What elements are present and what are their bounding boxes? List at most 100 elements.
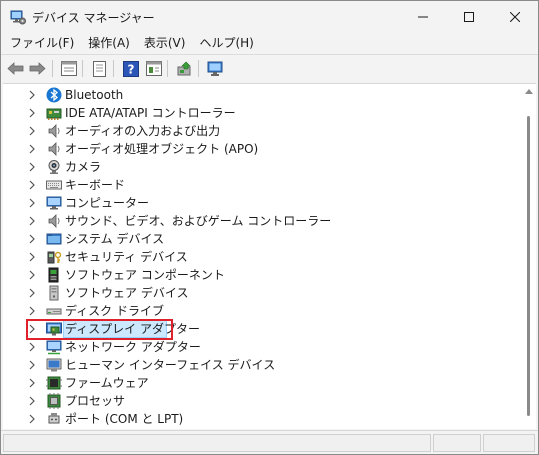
help-button[interactable]: ? (121, 59, 140, 78)
scrollbar-thumb[interactable] (527, 116, 530, 416)
minimize-icon (418, 16, 428, 17)
chevron-right-icon[interactable] (27, 216, 37, 226)
tree-item-label: ソフトウェア コンポーネント (65, 268, 225, 282)
back-button[interactable] (6, 59, 25, 78)
highlight-box (26, 319, 173, 340)
window-title: デバイス マネージャー (32, 11, 155, 25)
chevron-right-icon[interactable] (27, 342, 37, 352)
tree-item-3[interactable]: オーディオ処理オブジェクト (APO) (3, 140, 503, 158)
close-icon (510, 11, 520, 22)
properties-button[interactable] (59, 59, 78, 78)
tree-item-16[interactable]: ファームウェア (3, 374, 503, 392)
toolbar-separator (167, 60, 168, 77)
chevron-right-icon[interactable] (27, 198, 37, 208)
chevron-right-icon[interactable] (27, 288, 37, 298)
menu-file[interactable]: ファイル(F) (5, 33, 79, 53)
show-hidden-button[interactable] (90, 59, 109, 78)
chevron-right-icon[interactable] (27, 90, 37, 100)
software-component-icon (48, 267, 59, 283)
tree-item-label: システム デバイス (65, 232, 165, 246)
toolbar-separator (198, 60, 199, 77)
tree-item-label: カメラ (65, 160, 102, 174)
chevron-right-icon[interactable] (27, 234, 37, 244)
network-adapter-icon (46, 340, 62, 355)
properties-icon (60, 61, 77, 76)
tree-item-17[interactable]: プロセッサ (3, 392, 503, 410)
tree-item-11[interactable]: ソフトウェア デバイス (3, 284, 503, 302)
tree-item-label: ヒューマン インターフェイス デバイス (65, 358, 276, 372)
tree-item-label: オーディオ処理オブジェクト (APO) (65, 142, 259, 156)
chevron-right-icon[interactable] (27, 306, 37, 316)
tree-item-1[interactable]: IDE ATA/ATAPI コントローラー (3, 104, 503, 122)
system-folder-icon (46, 233, 62, 245)
computer-icon (46, 196, 62, 210)
tree-item-14[interactable]: ネットワーク アダプター (3, 338, 503, 356)
tree-item-5[interactable]: キーボード (3, 176, 503, 194)
tree-item-2[interactable]: オーディオの入力および出力 (3, 122, 503, 140)
tree-item-label: オーディオの入力および出力 (65, 124, 221, 138)
title-bar: デバイス マネージャー (1, 1, 538, 32)
tree-item-12[interactable]: ディスク ドライブ (3, 302, 503, 320)
maximize-button[interactable] (446, 1, 492, 32)
menu-help[interactable]: ヘルプ(H) (194, 33, 258, 53)
toolbar-separator (82, 60, 83, 77)
tree-item-4[interactable]: カメラ (3, 158, 503, 176)
device-manager-window: デバイス マネージャー ファイル(F) 操作(A) 表示(V) ヘルプ(H) ?… (0, 0, 539, 455)
chevron-right-icon[interactable] (27, 126, 37, 136)
view-icon (145, 61, 162, 76)
tree-item-6[interactable]: コンピューター (3, 194, 503, 212)
tree-item-15[interactable]: ヒューマン インターフェイス デバイス (3, 356, 503, 374)
chevron-right-icon[interactable] (27, 108, 37, 118)
chevron-right-icon[interactable] (27, 360, 37, 370)
minimize-button[interactable] (400, 1, 446, 32)
tree-item-label: IDE ATA/ATAPI コントローラー (65, 106, 236, 120)
chevron-right-icon[interactable] (27, 252, 37, 262)
disk-drive-icon (46, 308, 62, 315)
vertical-scrollbar[interactable] (522, 84, 536, 430)
view-button[interactable] (144, 59, 163, 78)
tree-item-label: ファームウェア (65, 376, 149, 390)
tree-item-0[interactable]: Bluetooth (3, 86, 503, 104)
tree-item-label: ネットワーク アダプター (65, 340, 201, 354)
forward-button[interactable] (28, 59, 47, 78)
back-arrow-icon (7, 62, 24, 75)
forward-arrow-icon (29, 62, 46, 75)
chevron-right-icon[interactable] (27, 414, 37, 424)
chevron-right-icon[interactable] (27, 162, 37, 172)
device-manager-icon (10, 10, 26, 25)
close-button[interactable] (492, 1, 538, 32)
scan-hardware-button[interactable] (206, 59, 225, 78)
help-icon: ? (122, 60, 139, 77)
chevron-right-icon[interactable] (27, 396, 37, 406)
firmware-icon (46, 376, 62, 390)
chevron-right-icon[interactable] (27, 270, 37, 280)
speaker-icon (48, 142, 60, 156)
tree-item-18[interactable]: ポート (COM と LPT) (3, 410, 503, 428)
port-icon (48, 413, 60, 424)
menu-action[interactable]: 操作(A) (83, 33, 135, 53)
chevron-right-icon[interactable] (27, 144, 37, 154)
chevron-right-icon[interactable] (27, 180, 37, 190)
status-bar (1, 430, 538, 454)
tree-item-9[interactable]: セキュリティ デバイス (3, 248, 503, 266)
update-driver-button[interactable] (175, 59, 194, 78)
bluetooth-icon (46, 87, 62, 103)
scan-hardware-icon (207, 61, 222, 76)
tree-item-label: キーボード (65, 178, 126, 192)
device-tree[interactable]: Bluetooth IDE ATA/ATAPI コントローラー オーディオの入力およ… (3, 83, 536, 429)
speaker-icon (48, 124, 60, 138)
chevron-right-icon[interactable] (27, 378, 37, 388)
camera-icon (48, 160, 60, 174)
software-device-icon (49, 285, 59, 301)
tree-item-7[interactable]: サウンド、ビデオ、およびゲーム コントローラー (3, 212, 503, 230)
toolbar-separator (113, 60, 114, 77)
tree-item-8[interactable]: システム デバイス (3, 230, 503, 248)
tree-item-label: ディスク ドライブ (65, 304, 164, 318)
menu-view[interactable]: 表示(V) (139, 33, 191, 53)
tree-item-10[interactable]: ソフトウェア コンポーネント (3, 266, 503, 284)
toolbar: ? (1, 55, 538, 82)
status-segment-3 (483, 434, 535, 452)
tree-item-label: セキュリティ デバイス (65, 250, 188, 264)
scroll-up-icon[interactable] (525, 88, 533, 94)
maximize-icon (464, 11, 474, 22)
